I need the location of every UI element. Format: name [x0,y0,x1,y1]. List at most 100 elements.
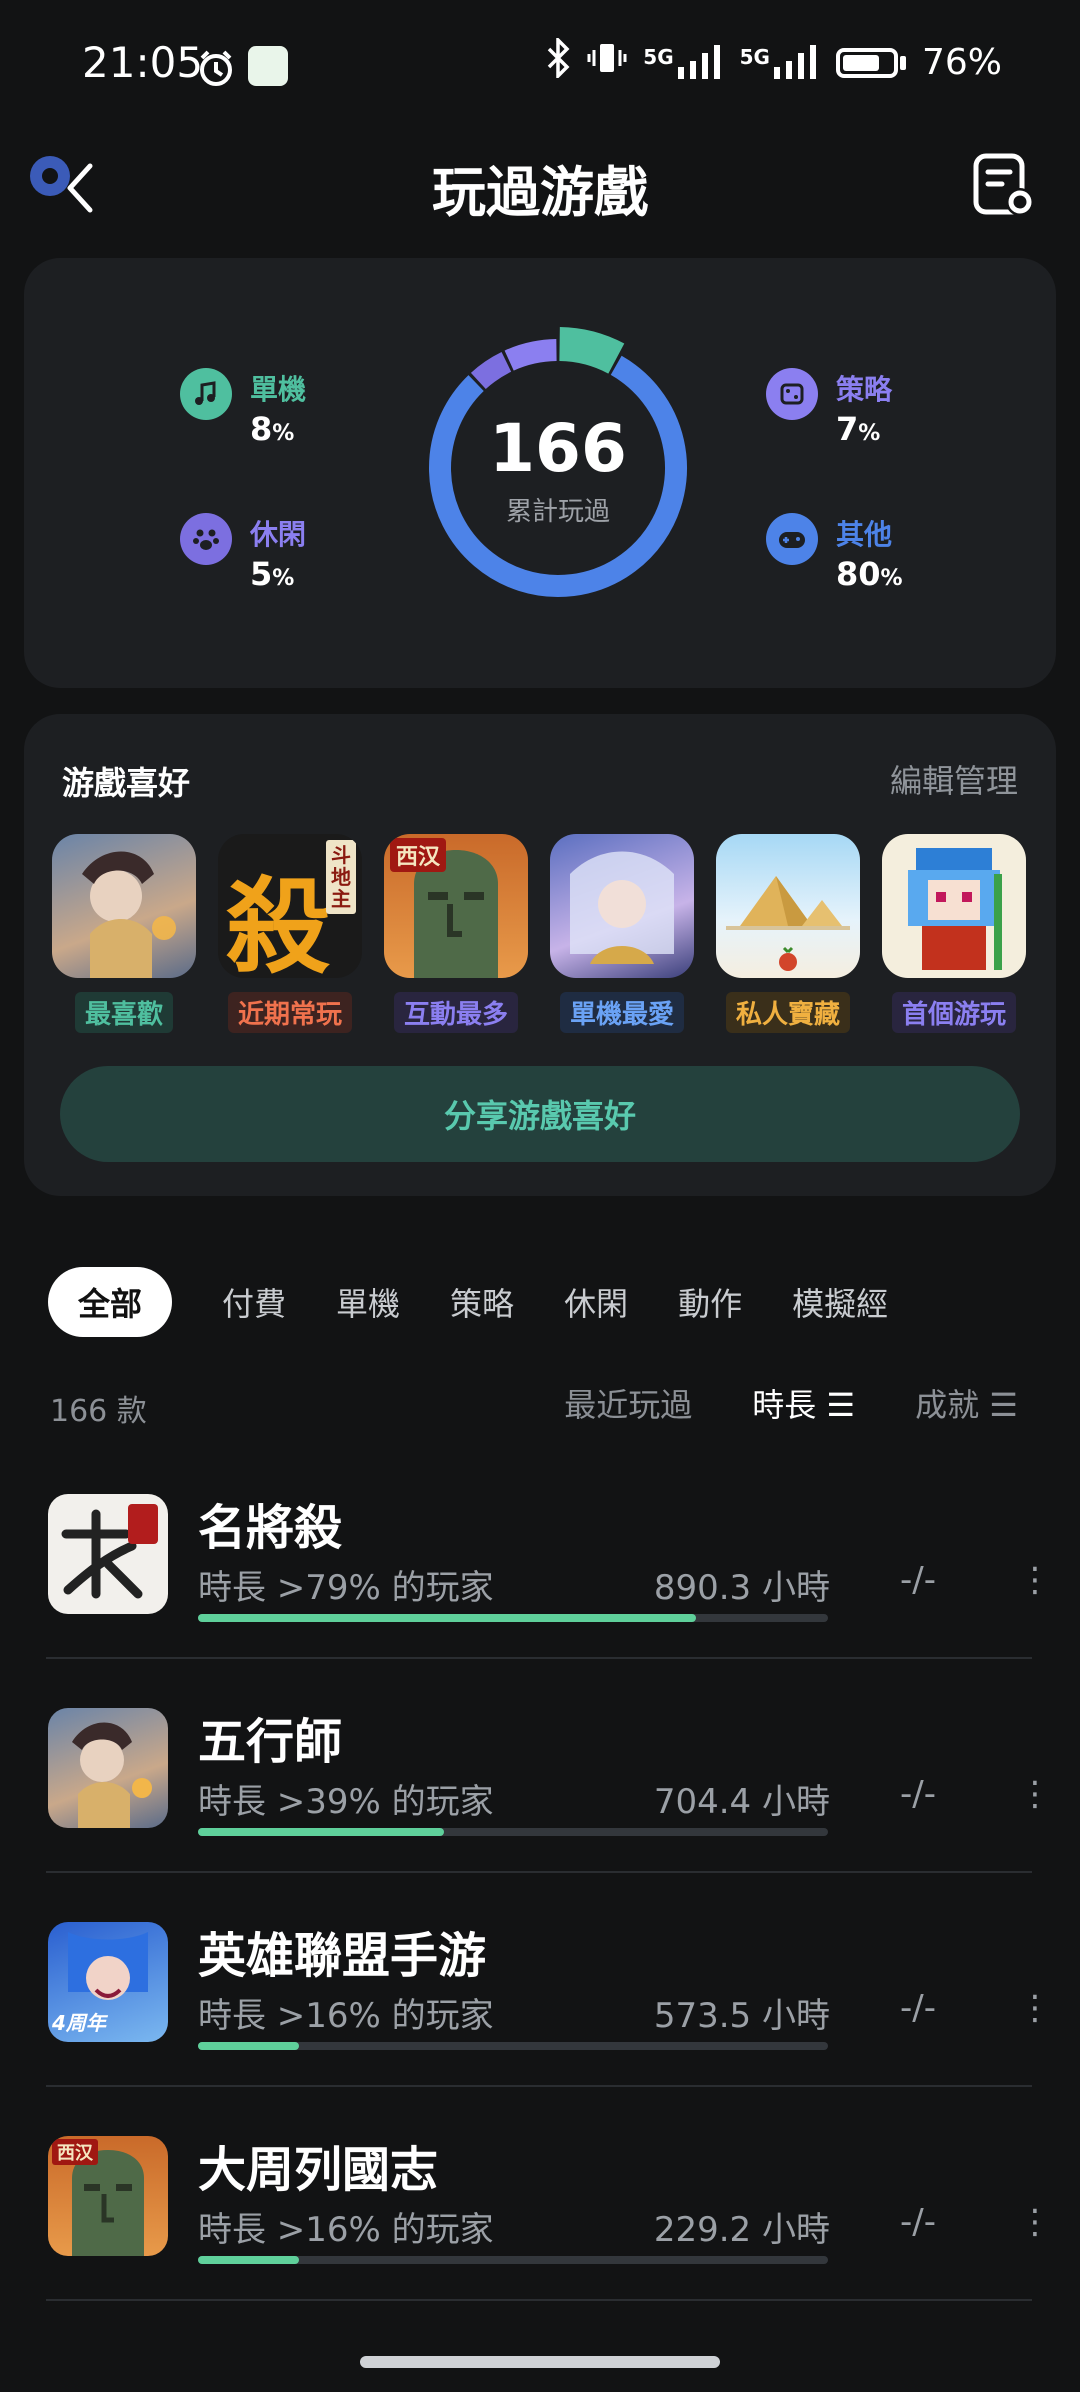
kill-calligraphy-icon: 殺 斗地主 [218,834,362,978]
stat-value: 8 [250,410,273,448]
more-options-button[interactable]: ⋮ [1018,2202,1052,2242]
sort-recent[interactable]: 最近玩過 [564,1380,692,1426]
dice-icon [766,368,818,420]
jinx-icon: 4周年 [48,1922,168,2042]
home-indicator[interactable] [360,2356,720,2368]
more-options-button[interactable]: ⋮ [1018,1560,1052,1600]
edit-manage-button[interactable]: 編輯管理 [890,756,1018,802]
game-hours: 704.4 小時 [653,1782,830,1822]
sort-achievement[interactable]: 成就 ☰ [915,1380,1018,1426]
favorite-item-6[interactable]: 首個游玩 [882,834,1026,1033]
game-duration-rank: 時長 >79% 的玩家 [198,1568,494,1608]
bronze-mask-icon: 西汉 [384,834,528,978]
vibrate-icon [587,38,627,87]
music-note-icon [180,368,232,420]
divider [46,2085,1032,2087]
duration-bar-fill [198,2256,299,2264]
game-name: 英雄聯盟手游 [198,1928,487,1984]
tab-all[interactable]: 全部 [48,1267,173,1337]
battery-percent: 76% [921,42,1002,83]
icon-art-badge: 西汉 [52,2139,98,2165]
duration-bar [198,2042,828,2050]
signal-icon-2: 5G [740,44,820,81]
duration-bar-fill [198,2042,299,2050]
more-options-button[interactable]: ⋮ [1018,1988,1052,2028]
favorite-tag: 互動最多 [393,992,518,1033]
favorite-tag: 私人寶藏 [725,992,850,1033]
tab-casual[interactable]: 休閑 [564,1279,628,1325]
status-icons: 5G 5G 76% [545,35,1002,87]
stat-value: 80 [836,555,881,593]
battery-icon [835,47,906,78]
sort-options: 最近玩過 時長 ☰ 成就 ☰ [564,1380,1018,1426]
stat-unit: % [272,421,295,446]
tab-paid[interactable]: 付費 [222,1279,286,1325]
game-row[interactable]: 4周年 英雄聯盟手游 時長 >16% 的玩家 573.5 小時 -/- ⋮ [0,1898,1080,2110]
game-name: 名將殺 [198,1500,343,1556]
total-played: 166 [489,410,627,487]
favorite-item-5[interactable]: 私人寶藏 [716,834,860,1033]
signal-icon-1: 5G [643,44,723,81]
stat-value: 5 [250,555,273,593]
sort-duration[interactable]: 時長 ☰ [752,1380,855,1426]
summary-card: 單機 8% 休閑 5% 策略 7% 其他 80% 166 累計玩過 [24,258,1056,688]
game-name: 五行師 [198,1714,343,1770]
duration-bar [198,2256,828,2264]
category-tabs: 全部 付費 單機 策略 休閑 動作 模擬經 [0,1262,1080,1342]
donut-segment-paw [470,352,512,390]
angel-girl-icon [550,834,694,978]
more-options-button[interactable]: ⋮ [1018,1774,1052,1814]
bluetooth-icon [545,35,571,87]
tab-action[interactable]: 動作 [678,1279,742,1325]
game-hours: 890.3 小時 [653,1568,830,1608]
duration-bar-fill [198,1828,444,1836]
game-duration-rank: 時長 >16% 的玩家 [198,2210,494,2250]
stat-label: 其他 [836,518,893,551]
stat-strategy: 策略 7% [766,368,892,448]
stat-label: 策略 [836,373,893,406]
favorite-tag: 單機最愛 [559,992,684,1033]
favorite-tag: 首個游玩 [891,992,1016,1033]
total-played-label: 累計玩過 [505,497,610,527]
list-settings-button[interactable] [970,152,1038,220]
page-title: 玩過游戲 [432,161,648,224]
donut-segment-music-note [558,327,625,374]
bronze-mask-icon: 西汉 [48,2136,168,2256]
game-name: 大周列國志 [198,2142,439,2198]
pyramid-icon [716,834,860,978]
pixel-girl-icon [882,834,1026,978]
game-row[interactable]: 西汉 大周列國志 時長 >16% 的玩家 229.2 小時 -/- ⋮ [0,2112,1080,2324]
favorite-item-3[interactable]: 西汉 互動最多 [384,834,528,1033]
icon-art-badge: 斗地主 [326,840,356,914]
game-achievement: -/- [900,1774,936,1814]
document-gear-icon [973,153,1034,216]
status-bar: 21:05 5G 5G 76% [0,0,1080,130]
game-row[interactable]: 名將殺 時長 >79% 的玩家 890.3 小時 -/- ⋮ [0,1470,1080,1682]
duration-bar [198,1614,828,1622]
icon-art-badge: 西汉 [390,838,447,872]
game-duration-rank: 時長 >16% 的玩家 [198,1996,494,2036]
icon-art-text: 殺 [226,865,331,978]
stat-unit: % [858,421,881,446]
calligraphy-sha-icon [48,1494,168,1614]
game-row[interactable]: 五行師 時長 >39% 的玩家 704.4 小時 -/- ⋮ [0,1684,1080,1896]
tab-strategy[interactable]: 策略 [450,1279,514,1325]
stat-other: 其他 80% [766,513,903,593]
tab-single[interactable]: 單機 [336,1279,400,1325]
warrior-heroine-icon [52,834,196,978]
favorite-item-1[interactable]: 最喜歡 [52,834,196,1033]
alarm-icon [196,48,236,92]
stat-value: 7 [836,410,859,448]
game-count: 166 款 [50,1394,147,1429]
battery-fill [842,54,880,71]
game-duration-rank: 時長 >39% 的玩家 [198,1782,494,1822]
share-preferences-button[interactable]: 分享游戲喜好 [60,1066,1020,1162]
stat-unit: % [272,566,295,591]
favorite-tag: 最喜歡 [74,992,173,1033]
divider [46,1871,1032,1873]
paw-icon [180,513,232,565]
favorite-item-2[interactable]: 殺 斗地主 近期常玩 [218,834,362,1033]
icon-art-badge: 4周年 [52,2011,106,2035]
tab-simulation[interactable]: 模擬經 [792,1279,888,1325]
favorite-item-4[interactable]: 單機最愛 [550,834,694,1033]
